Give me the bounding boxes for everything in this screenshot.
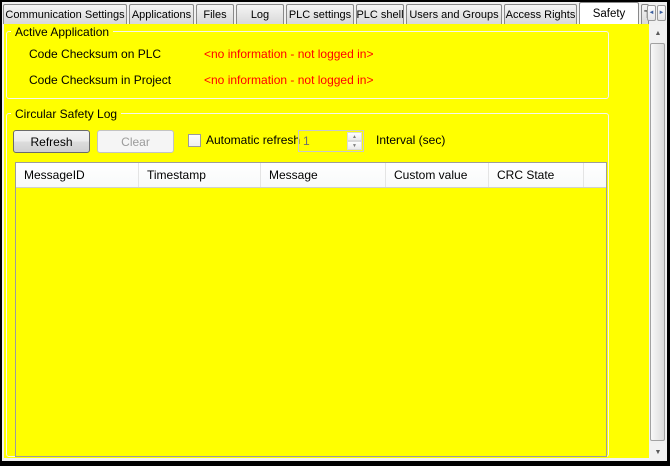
column-header-custom-value[interactable]: Custom value	[386, 163, 489, 187]
spinner-up-button[interactable]: ▲	[347, 132, 362, 141]
circular-safety-log-group-title: Circular Safety Log	[11, 107, 121, 121]
circular-safety-log-group: Circular Safety Log Refresh Clear Automa…	[6, 113, 609, 457]
column-header-timestamp[interactable]: Timestamp	[139, 163, 261, 187]
safety-log-table-body	[16, 188, 606, 456]
page-bottom-edge	[2, 458, 649, 461]
tab-safety[interactable]: Safety	[579, 2, 639, 24]
spinner-down-button[interactable]: ▼	[347, 141, 362, 150]
column-header-crc-state[interactable]: CRC State	[489, 163, 584, 187]
scroll-down-icon: ▼	[655, 449, 662, 456]
spinner-down-icon: ▼	[352, 143, 357, 149]
column-header-filler	[584, 163, 606, 187]
automatic-refresh-label[interactable]: Automatic refresh	[206, 133, 300, 147]
scrollbar-down-button[interactable]: ▼	[649, 444, 667, 461]
safety-log-table: MessageID Timestamp Message Custom value…	[15, 162, 607, 457]
active-application-group: Active Application Code Checksum on PLC …	[6, 31, 609, 99]
active-application-group-title: Active Application	[11, 25, 113, 39]
code-checksum-on-plc-label: Code Checksum on PLC	[29, 47, 161, 61]
interval-spinbox: ▲ ▼	[298, 130, 364, 152]
interval-input[interactable]	[299, 131, 345, 151]
arrow-left-icon: ◄	[649, 10, 655, 16]
column-header-messageid[interactable]: MessageID	[16, 163, 139, 187]
vertical-scrollbar: ▲ ▼	[649, 24, 667, 461]
page-left-edge	[2, 24, 4, 461]
tab-plc-settings[interactable]: PLC settings	[286, 4, 354, 24]
tab-log[interactable]: Log	[236, 4, 284, 24]
code-checksum-on-plc-value: <no information - not logged in>	[204, 47, 373, 61]
arrow-right-icon: ►	[659, 10, 665, 16]
tab-communication-settings[interactable]: Communication Settings	[3, 4, 127, 24]
code-checksum-in-project-label: Code Checksum in Project	[29, 73, 171, 87]
automatic-refresh-checkbox[interactable]	[188, 134, 201, 147]
interval-spinners: ▲ ▼	[347, 132, 362, 150]
tab-scroll-right-button[interactable]: ►	[657, 5, 666, 21]
tab-scroll-left-button[interactable]: ◄	[647, 5, 656, 21]
scroll-up-icon: ▲	[655, 30, 662, 37]
column-header-message[interactable]: Message	[261, 163, 386, 187]
tab-users-and-groups[interactable]: Users and Groups	[406, 4, 502, 24]
safety-log-table-header: MessageID Timestamp Message Custom value…	[16, 163, 606, 188]
tab-bar: Communication Settings Applications File…	[2, 2, 667, 24]
scrollbar-up-button[interactable]: ▲	[649, 25, 667, 42]
refresh-button[interactable]: Refresh	[13, 130, 90, 153]
tab-files[interactable]: Files	[196, 4, 234, 24]
tab-access-rights[interactable]: Access Rights	[504, 4, 577, 24]
clear-button[interactable]: Clear	[97, 130, 174, 153]
tab-scroll-buttons: ◄ ►	[647, 5, 666, 21]
tab-plc-shell[interactable]: PLC shell	[356, 4, 404, 24]
device-dialog-window: Communication Settings Applications File…	[0, 0, 670, 466]
interval-sec-label: Interval (sec)	[376, 133, 445, 147]
tab-applications[interactable]: Applications	[129, 4, 194, 24]
spinner-up-icon: ▲	[352, 134, 357, 140]
scrollbar-thumb[interactable]	[650, 43, 665, 441]
code-checksum-in-project-value: <no information - not logged in>	[204, 73, 373, 87]
